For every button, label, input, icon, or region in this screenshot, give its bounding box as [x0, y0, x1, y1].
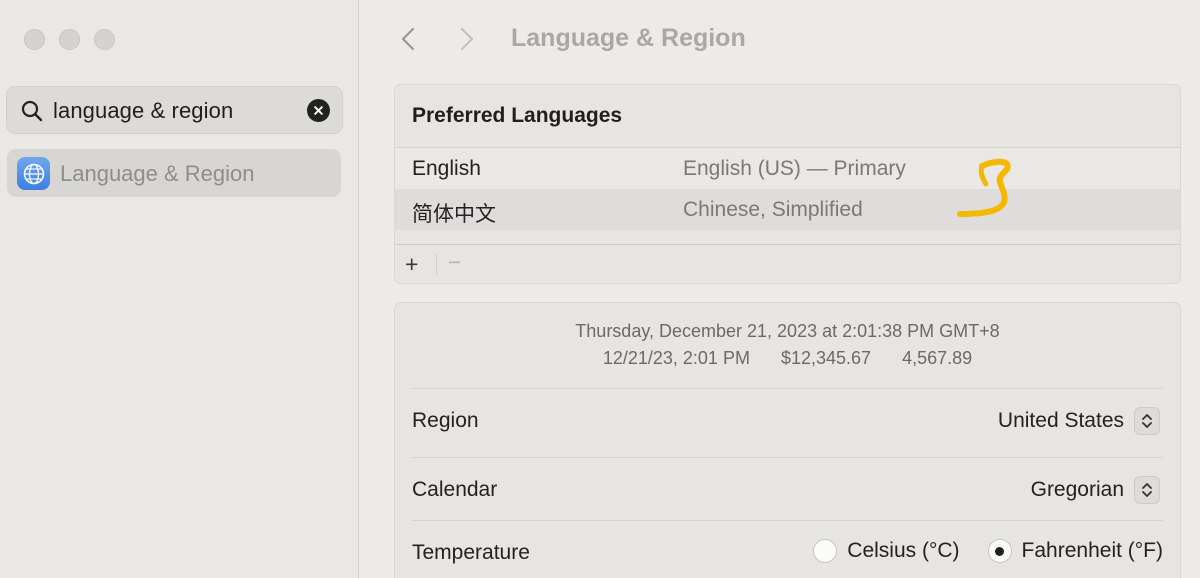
- fahrenheit-option[interactable]: Fahrenheit (°F): [987, 539, 1163, 563]
- preferred-languages-panel: Preferred Languages English English (US)…: [394, 84, 1181, 284]
- up-down-chevron-icon[interactable]: [1134, 407, 1160, 435]
- language-list-toolbar: + −: [395, 245, 1180, 284]
- format-preview-short-date: 12/21/23, 2:01 PM: [602, 348, 750, 368]
- temperature-radio-group: Celsius (°C) Fahrenheit (°F): [813, 539, 1163, 563]
- language-row-english[interactable]: English English (US) — Primary: [395, 148, 1180, 189]
- language-name: 简体中文: [412, 203, 496, 226]
- region-label: Region: [412, 409, 479, 432]
- globe-icon: [17, 157, 50, 190]
- sidebar: language & region Language & Region: [0, 0, 359, 578]
- chevron-right-icon[interactable]: [456, 24, 478, 54]
- celsius-option[interactable]: Celsius (°C): [813, 539, 960, 563]
- minimize-window-button[interactable]: [59, 29, 80, 50]
- window-controls: [24, 29, 115, 50]
- format-preview-date: Thursday, December 21, 2023 at 2:01:38 P…: [575, 321, 1000, 341]
- clear-search-icon[interactable]: [307, 99, 330, 122]
- region-popup[interactable]: United States: [998, 407, 1160, 435]
- chevron-left-icon[interactable]: [397, 24, 419, 54]
- up-down-chevron-icon[interactable]: [1134, 476, 1160, 504]
- annotation-scribble: [957, 158, 1011, 217]
- format-preview-values: 12/21/23, 2:01 PM $12,345.67 4,567.89: [395, 348, 1180, 369]
- page-title: Language & Region: [511, 24, 746, 52]
- calendar-popup[interactable]: Gregorian: [1031, 476, 1160, 504]
- sidebar-item-language-region[interactable]: Language & Region: [7, 149, 341, 197]
- calendar-value: Gregorian: [1030, 478, 1124, 501]
- fahrenheit-label: Fahrenheit (°F): [1021, 539, 1163, 562]
- search-input[interactable]: language & region: [53, 98, 233, 124]
- temperature-label: Temperature: [412, 541, 530, 564]
- language-description: Chinese, Simplified: [683, 198, 863, 221]
- language-description: English (US) — Primary: [683, 157, 906, 180]
- remove-language-button[interactable]: −: [448, 249, 461, 276]
- language-name: English: [412, 157, 481, 180]
- sidebar-search-field[interactable]: language & region: [6, 86, 343, 134]
- format-preview-number: 4,567.89: [902, 348, 973, 368]
- divider: [412, 457, 1163, 458]
- divider: [412, 388, 1163, 389]
- divider: [436, 254, 437, 275]
- sidebar-item-label: Language & Region: [60, 161, 255, 186]
- preferred-languages-title: Preferred Languages: [412, 104, 623, 127]
- format-preview-currency: $12,345.67: [780, 348, 872, 368]
- region-settings-panel: Thursday, December 21, 2023 at 2:01:38 P…: [394, 302, 1181, 578]
- region-value: United States: [997, 409, 1124, 432]
- celsius-radio[interactable]: [813, 539, 838, 563]
- divider: [412, 520, 1163, 521]
- calendar-label: Calendar: [412, 478, 498, 501]
- fahrenheit-radio[interactable]: [987, 539, 1012, 563]
- close-window-button[interactable]: [24, 29, 45, 50]
- search-icon: [21, 100, 43, 122]
- celsius-label: Celsius (°C): [847, 539, 960, 562]
- add-language-button[interactable]: +: [405, 251, 418, 278]
- zoom-window-button[interactable]: [94, 29, 115, 50]
- language-row-chinese[interactable]: 简体中文 Chinese, Simplified: [395, 189, 1180, 230]
